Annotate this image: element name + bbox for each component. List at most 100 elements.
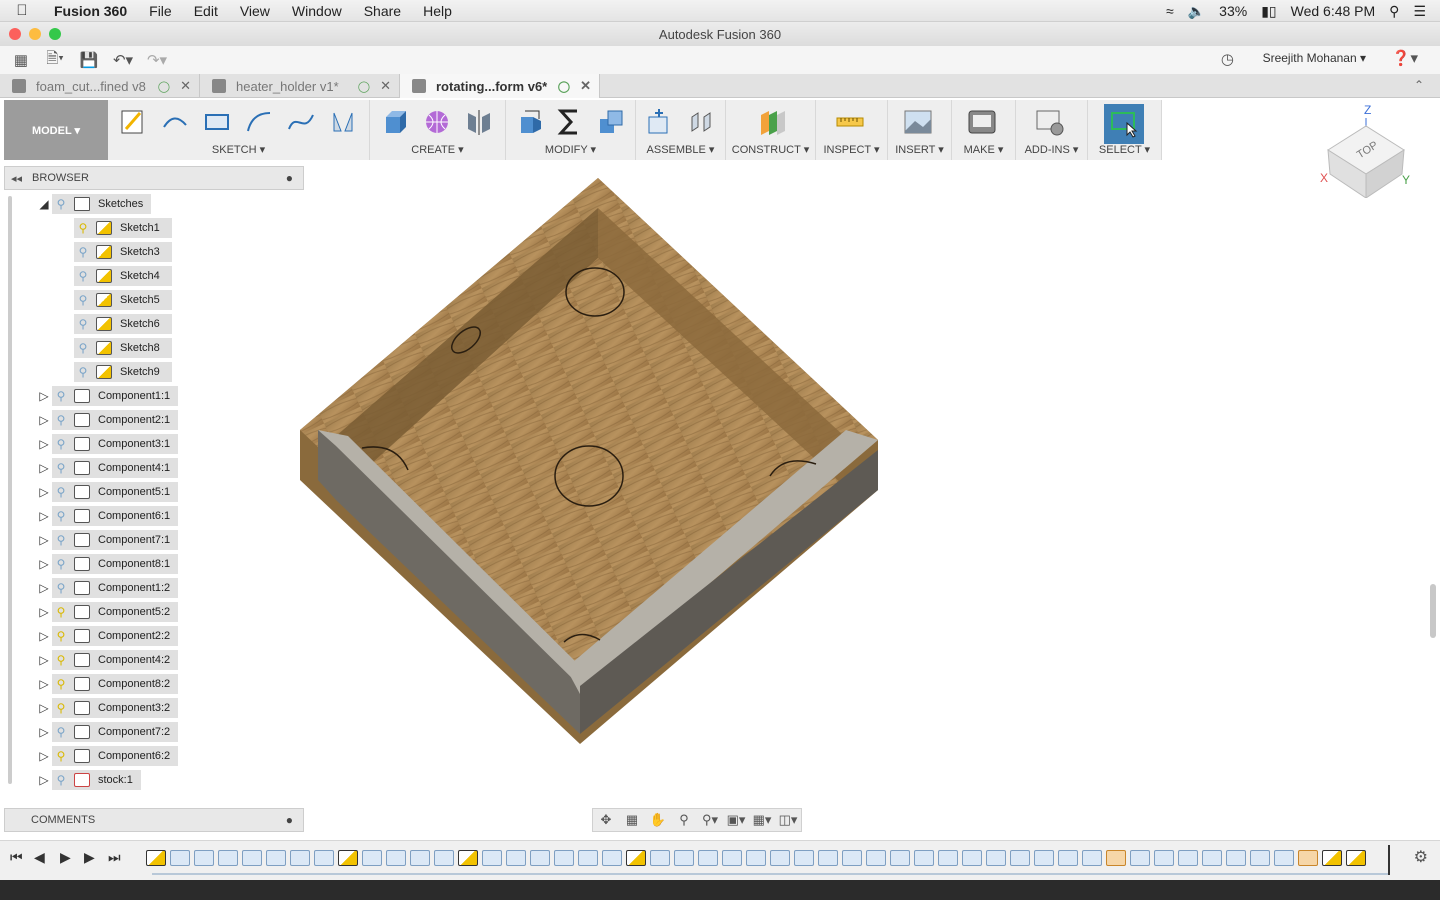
pan-icon[interactable]: ✋ xyxy=(645,809,671,831)
job-status-clock-icon[interactable]: ◷ xyxy=(1221,50,1234,68)
help-icon[interactable]: ❓▾ xyxy=(1392,49,1418,67)
tree-row-component[interactable]: ▷ ⚲ Component3:1 xyxy=(36,434,179,454)
tab-foam-cut[interactable]: foam_cut...fined v8 ◯ ✕ xyxy=(0,74,200,98)
tree-row-component[interactable]: ▷ ⚲ Component1:2 xyxy=(36,578,179,598)
visibility-bulb-icon[interactable]: ⚲ xyxy=(74,269,92,283)
measure-icon[interactable] xyxy=(832,106,868,138)
expand-triangle-icon[interactable]: ▷ xyxy=(36,773,52,787)
timeline-feature-icon[interactable] xyxy=(698,850,718,866)
timeline-marker[interactable] xyxy=(1388,845,1390,875)
timeline-feature-icon[interactable] xyxy=(890,850,910,866)
expand-triangle-icon[interactable]: ▷ xyxy=(36,437,52,451)
undo-icon[interactable]: ↶▾ xyxy=(110,49,136,71)
timeline-feature-icon[interactable] xyxy=(1274,850,1294,866)
inspect-menu[interactable]: INSPECT ▾ xyxy=(816,143,887,156)
tree-row-sketch[interactable]: ⚲ Sketch8 xyxy=(74,338,172,358)
expand-triangle-icon[interactable]: ▷ xyxy=(36,701,52,715)
insert-image-icon[interactable] xyxy=(900,106,936,138)
tree-row-component[interactable]: ▷ ⚲ Component3:2 xyxy=(36,698,179,718)
expand-triangle-icon[interactable]: ▷ xyxy=(36,413,52,427)
menu-file[interactable]: File xyxy=(149,3,172,19)
zoom-window-button[interactable] xyxy=(49,28,61,40)
timeline-feature-icon[interactable] xyxy=(1322,850,1342,866)
display-settings-icon[interactable]: ▣▾ xyxy=(723,809,749,831)
tab-heater-holder[interactable]: heater_holder v1* ◯ ✕ xyxy=(200,74,400,98)
tree-row-sketch[interactable]: ⚲ Sketch4 xyxy=(74,266,172,286)
modify-menu[interactable]: MODIFY ▾ xyxy=(506,143,635,156)
make-menu[interactable]: MAKE ▾ xyxy=(952,143,1015,156)
expand-triangle-icon[interactable]: ▷ xyxy=(36,509,52,523)
scripts-addins-icon[interactable] xyxy=(1032,106,1068,138)
tree-row-sketch[interactable]: ⚲ Sketch5 xyxy=(74,290,172,310)
visibility-bulb-icon[interactable]: ⚲ xyxy=(52,677,70,691)
app-menu[interactable]: Fusion 360 xyxy=(54,3,127,19)
timeline-feature-icon[interactable] xyxy=(938,850,958,866)
combine-icon[interactable] xyxy=(594,106,628,138)
expand-triangle-icon[interactable]: ▷ xyxy=(36,725,52,739)
timeline-feature-icon[interactable] xyxy=(218,850,238,866)
timeline-feature-icon[interactable] xyxy=(290,850,310,866)
assemble-menu[interactable]: ASSEMBLE ▾ xyxy=(636,143,725,156)
close-window-button[interactable] xyxy=(9,28,21,40)
timeline-feature-icon[interactable] xyxy=(338,850,358,866)
press-pull-icon[interactable] xyxy=(513,106,547,138)
timeline-feature-icon[interactable] xyxy=(170,850,190,866)
create-form-icon[interactable] xyxy=(419,106,455,138)
timeline-feature-icon[interactable] xyxy=(1250,850,1270,866)
menu-help[interactable]: Help xyxy=(423,3,452,19)
step-back-icon[interactable]: ◀ xyxy=(34,849,45,866)
expand-triangle-icon[interactable]: ▷ xyxy=(36,461,52,475)
visibility-bulb-icon[interactable]: ⚲ xyxy=(52,413,70,427)
gear-icon[interactable]: ⚙ xyxy=(1414,847,1428,867)
tree-row-component[interactable]: ▷ ⚲ Component1:1 xyxy=(36,386,179,406)
close-tab-icon[interactable]: ✕ xyxy=(180,78,191,94)
visibility-bulb-icon[interactable]: ⚲ xyxy=(52,581,70,595)
visibility-bulb-icon[interactable]: ⚲ xyxy=(74,245,92,259)
tree-row-sketches[interactable]: ◢ ⚲ Sketches xyxy=(36,194,152,214)
tree-row-component[interactable]: ▷ ⚲ Component2:1 xyxy=(36,410,179,430)
timeline-feature-icon[interactable] xyxy=(458,850,478,866)
tree-row-component[interactable]: ▷ ⚲ Component7:2 xyxy=(36,722,179,742)
expand-triangle-icon[interactable]: ▷ xyxy=(36,557,52,571)
joint-icon[interactable] xyxy=(684,106,719,138)
addins-menu[interactable]: ADD-INS ▾ xyxy=(1016,143,1087,156)
close-tab-icon[interactable]: ✕ xyxy=(580,78,591,94)
timeline-feature-icon[interactable] xyxy=(770,850,790,866)
mirror-body-icon[interactable] xyxy=(461,106,497,138)
visibility-bulb-icon[interactable]: ⚲ xyxy=(52,437,70,451)
visibility-bulb-icon[interactable]: ⚲ xyxy=(52,197,70,211)
menubar-clock[interactable]: Wed 6:48 PM xyxy=(1291,3,1376,19)
menu-edit[interactable]: Edit xyxy=(194,3,218,19)
menu-window[interactable]: Window xyxy=(292,3,342,19)
volume-icon[interactable]: 🔈 xyxy=(1188,3,1205,20)
timeline-feature-icon[interactable] xyxy=(1034,850,1054,866)
visibility-bulb-icon[interactable]: ⚲ xyxy=(52,749,70,763)
viewcube[interactable]: Z X Y TOP xyxy=(1318,102,1414,198)
visibility-bulb-icon[interactable]: ⚲ xyxy=(52,533,70,547)
insert-menu[interactable]: INSERT ▾ xyxy=(888,143,951,156)
orbit-icon[interactable]: ✥ xyxy=(593,809,619,831)
visibility-bulb-icon[interactable]: ⚲ xyxy=(52,461,70,475)
visibility-bulb-icon[interactable]: ⚲ xyxy=(52,629,70,643)
timeline-feature-icon[interactable] xyxy=(866,850,886,866)
data-panel-grid-icon[interactable]: ▦ xyxy=(8,49,34,71)
tree-row-component[interactable]: ▷ ⚲ Component8:2 xyxy=(36,674,179,694)
tree-row-stock[interactable]: ▷ ⚲ stock:1 xyxy=(36,770,141,790)
workspace-switcher[interactable]: MODEL ▾ xyxy=(4,100,108,160)
visibility-bulb-icon[interactable]: ⚲ xyxy=(74,341,92,355)
close-tab-icon[interactable]: ✕ xyxy=(380,78,391,94)
timeline-feature-icon[interactable] xyxy=(794,850,814,866)
look-at-icon[interactable]: ▦ xyxy=(619,809,645,831)
file-menu-icon[interactable]: 🗎▾ xyxy=(42,49,68,71)
menu-share[interactable]: Share xyxy=(364,3,401,19)
timeline-feature-icon[interactable] xyxy=(914,850,934,866)
timeline-feature-icon[interactable] xyxy=(362,850,382,866)
wifi-icon[interactable]: ≈ xyxy=(1166,3,1174,19)
timeline-feature-icon[interactable] xyxy=(1010,850,1030,866)
tree-row-sketch[interactable]: ⚲ Sketch3 xyxy=(74,242,172,262)
expand-triangle-icon[interactable]: ▷ xyxy=(36,389,52,403)
select-icon[interactable] xyxy=(1104,104,1144,144)
visibility-bulb-icon[interactable]: ⚲ xyxy=(74,365,92,379)
visibility-bulb-icon[interactable]: ⚲ xyxy=(52,701,70,715)
spline-icon[interactable] xyxy=(283,106,319,138)
